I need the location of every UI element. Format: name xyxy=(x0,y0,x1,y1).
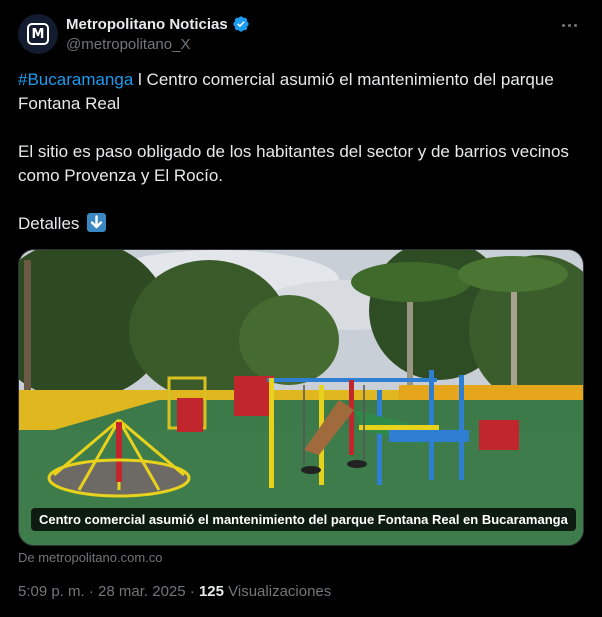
link-card-media[interactable]: Centro comercial asumió el mantenimiento… xyxy=(18,249,584,546)
meta-separator-2: · xyxy=(185,583,199,600)
author-name-row: Metropolitano Noticias xyxy=(66,14,250,34)
tweet-date[interactable]: 28 mar. 2025 xyxy=(98,583,186,600)
meta-separator: · xyxy=(84,583,99,600)
playground-photo xyxy=(19,250,583,545)
down-arrow-emoji xyxy=(87,213,107,232)
author-block: Metropolitano Noticias @metropolitano_X xyxy=(66,14,250,53)
views-count: 125 xyxy=(198,583,224,600)
views-label: Visualizaciones xyxy=(223,583,332,600)
link-source[interactable]: De metropolitano.com.co xyxy=(18,550,163,565)
tweet-text: #Bucaramanga l Centro comercial asumió e… xyxy=(18,68,588,236)
tweet-headline: #Bucaramanga l Centro comercial asumió e… xyxy=(18,68,588,116)
tweet-details-line: Detalles xyxy=(18,212,588,236)
details-label: Detalles xyxy=(18,214,80,233)
avatar-logo-icon: M xyxy=(27,23,49,45)
more-options-icon[interactable] xyxy=(558,18,580,32)
hashtag-link[interactable]: #Bucaramanga xyxy=(18,70,133,89)
author-avatar[interactable]: M xyxy=(18,14,58,54)
tweet-meta: 5:09 p. m. · 28 mar. 2025 · 125 Visualiz… xyxy=(18,583,331,600)
author-name[interactable]: Metropolitano Noticias xyxy=(66,16,228,33)
media-caption: Centro comercial asumió el mantenimiento… xyxy=(31,508,576,531)
tweet-card: M Metropolitano Noticias @metropolitano_… xyxy=(0,0,602,617)
tweet-time[interactable]: 5:09 p. m. xyxy=(18,583,85,600)
avatar-letter: M xyxy=(31,26,45,42)
tweet-paragraph: El sitio es paso obligado de los habitan… xyxy=(18,142,569,185)
author-handle[interactable]: @metropolitano_X xyxy=(66,36,250,53)
verified-badge-icon[interactable] xyxy=(232,15,250,33)
